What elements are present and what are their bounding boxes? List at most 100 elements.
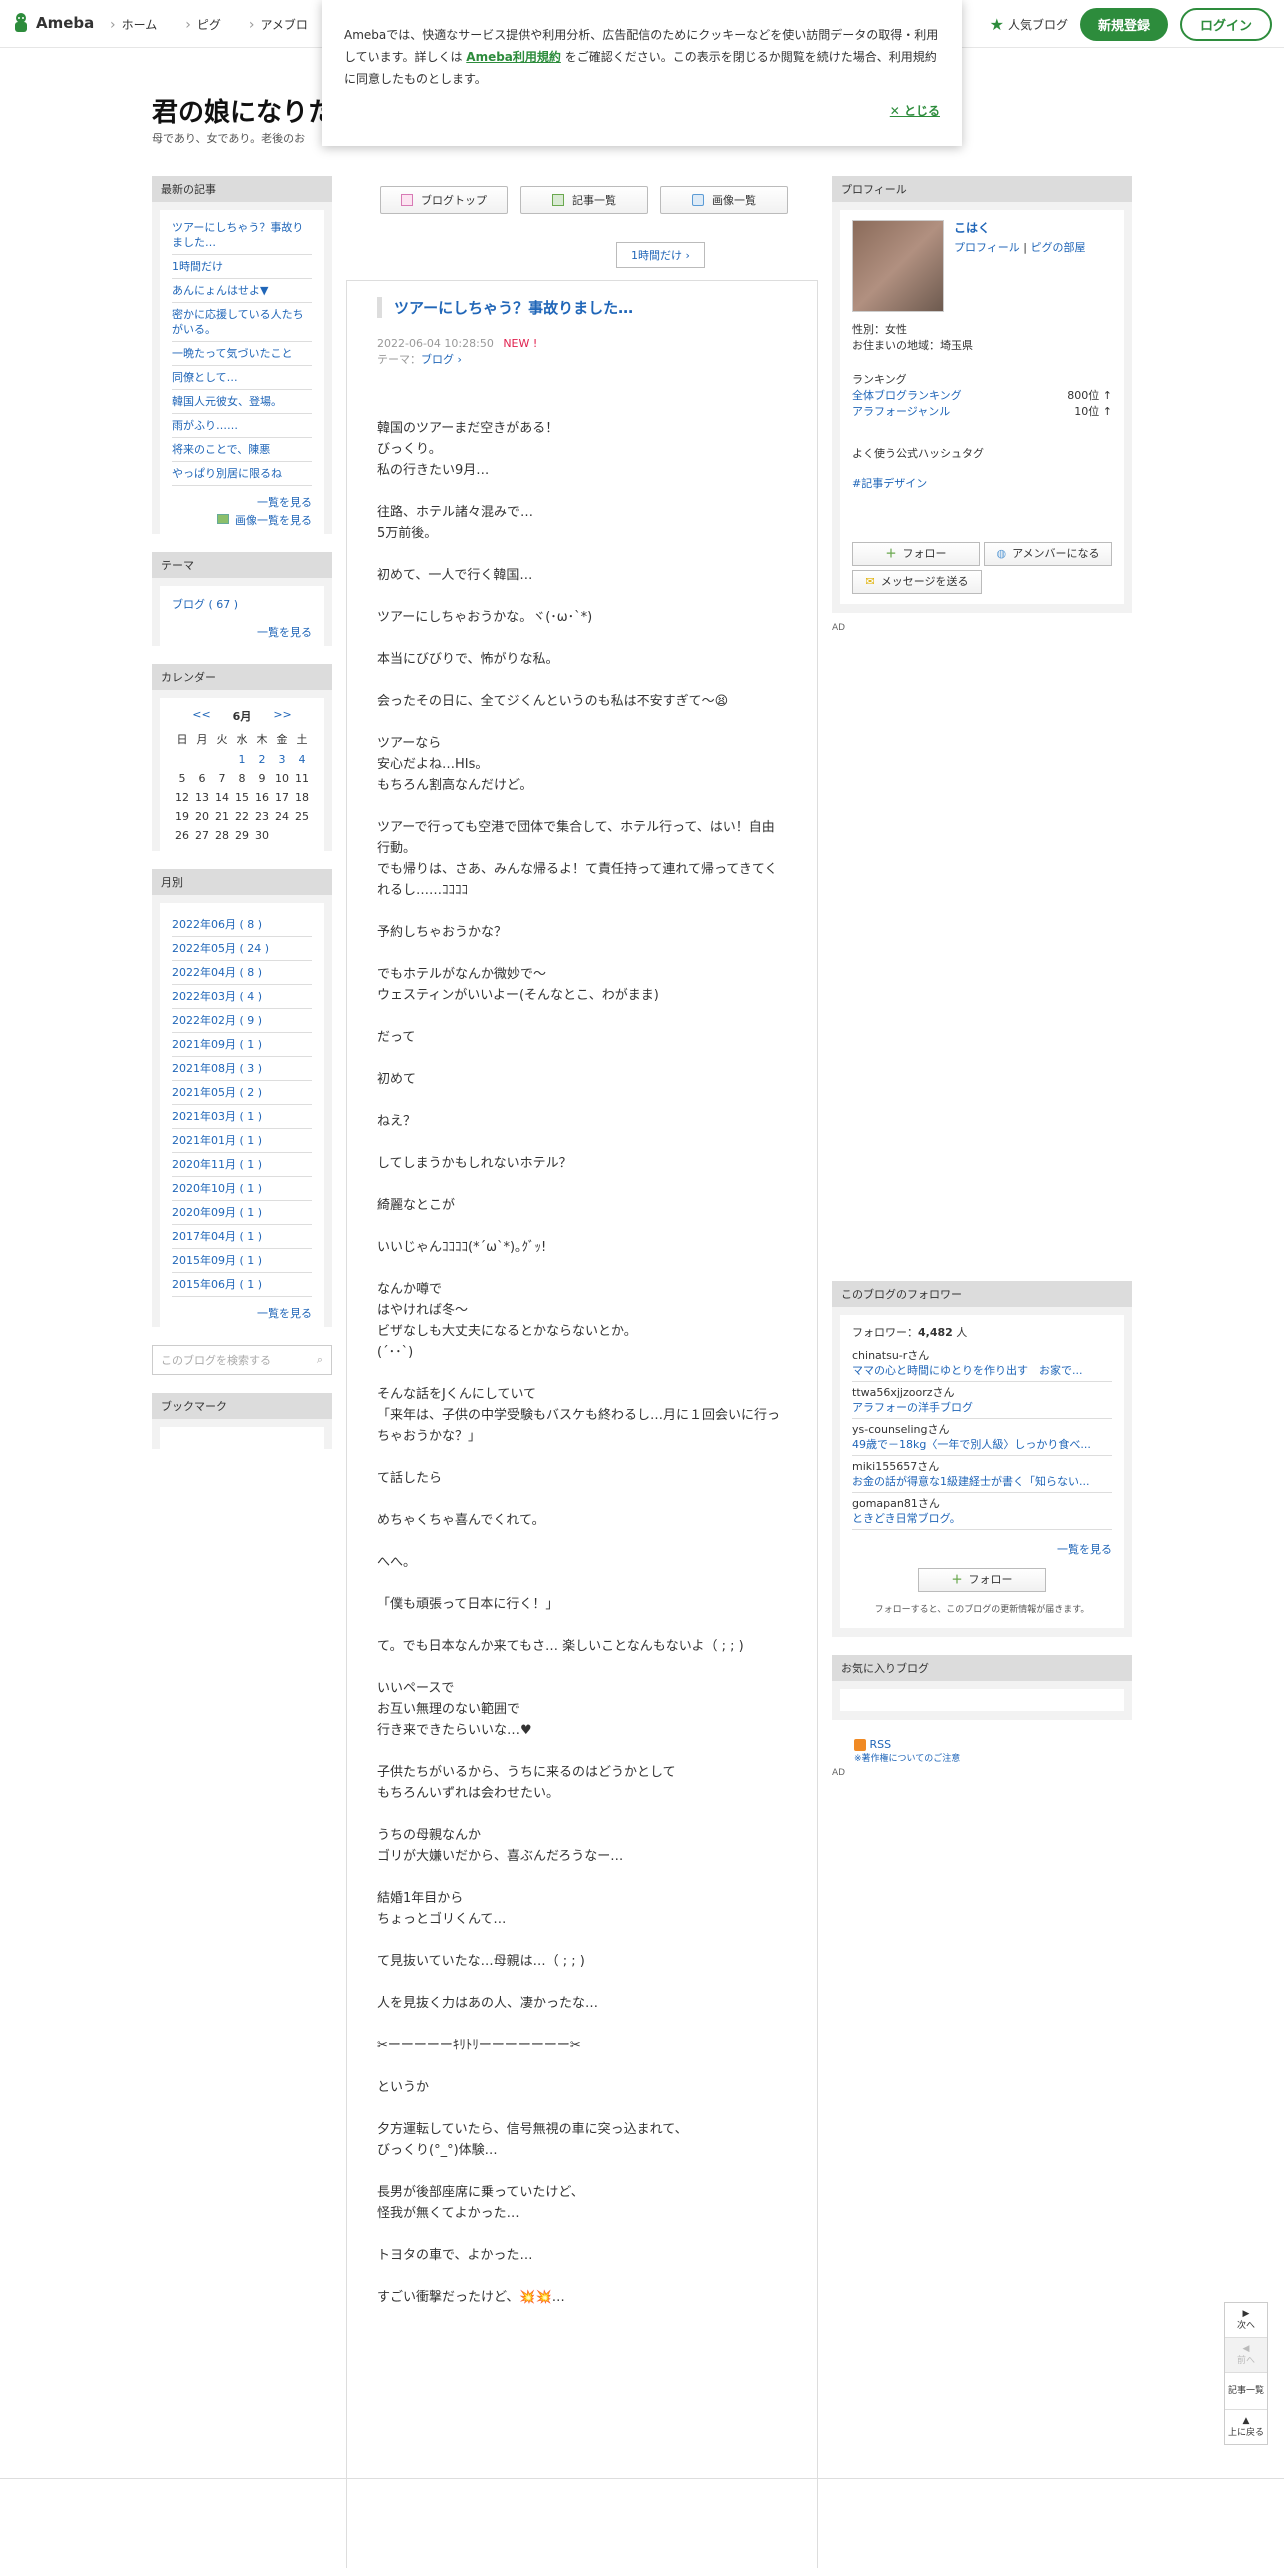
recent-link[interactable]: 雨がふり…… — [172, 419, 238, 432]
pigg-room-link[interactable]: ピグの部屋 — [1030, 241, 1085, 254]
list-item[interactable]: 2021年08月 ( 3 ) — [172, 1057, 312, 1081]
month-link[interactable]: 2021年03月 ( 1 ) — [172, 1110, 262, 1123]
nav-pigg[interactable]: ピグ — [171, 16, 235, 33]
hashtag-link[interactable]: #記事デザイン — [852, 477, 927, 490]
recent-images-link[interactable]: 画像一覧を見る — [235, 514, 312, 527]
monthly-more-link[interactable]: 一覧を見る — [257, 1307, 312, 1320]
month-link[interactable]: 2015年09月 ( 1 ) — [172, 1254, 262, 1267]
month-link[interactable]: 2022年02月 ( 9 ) — [172, 1014, 262, 1027]
month-link[interactable]: 2020年10月 ( 1 ) — [172, 1182, 262, 1195]
genre-ranking-link[interactable]: アラフォージャンル — [852, 404, 950, 420]
list-item[interactable]: あんにょんはせよ▼ — [172, 279, 312, 303]
list-item[interactable]: ツアーにしちゃう？事故りました… — [172, 216, 312, 255]
calendar-prev[interactable]: << — [192, 708, 210, 724]
nav-ameblo[interactable]: アメブロ — [235, 16, 322, 33]
recent-link[interactable]: 同僚として… — [172, 371, 238, 384]
calendar-day-link[interactable]: 4 — [299, 753, 306, 766]
list-item[interactable]: やっぱり別居に限るね — [172, 462, 312, 486]
list-item[interactable]: 1時間だけ — [172, 255, 312, 279]
recent-link[interactable]: 一晩たって気づいたこと — [172, 347, 292, 360]
list-item[interactable]: 2020年09月 ( 1 ) — [172, 1201, 312, 1225]
prev-button[interactable]: ◀ 前へ — [1225, 2338, 1267, 2373]
follower-blog-link[interactable]: ときどき日常ブログ。 — [852, 1512, 961, 1525]
list-item[interactable]: 雨がふり…… — [172, 414, 312, 438]
month-link[interactable]: 2022年06月 ( 8 ) — [172, 918, 262, 931]
month-link[interactable]: 2022年04月 ( 8 ) — [172, 966, 262, 979]
calendar-day-link[interactable]: 3 — [279, 753, 286, 766]
nav-home[interactable]: ホーム — [96, 16, 171, 33]
next-entry-link[interactable]: 1時間だけ › — [616, 242, 705, 268]
recent-link[interactable]: 1時間だけ — [172, 260, 223, 273]
list-item[interactable]: 2021年03月 ( 1 ) — [172, 1105, 312, 1129]
follower-blog-link[interactable]: 49歳で－18kg〈一年で別人級〉しっかり食べ... — [852, 1438, 1091, 1451]
theme-more-link[interactable]: 一覧を見る — [257, 626, 312, 639]
list-item[interactable]: 2021年01月 ( 1 ) — [172, 1129, 312, 1153]
month-link[interactable]: 2015年06月 ( 1 ) — [172, 1278, 262, 1291]
entry-list-button[interactable]: 記事一覧 — [1225, 2373, 1267, 2410]
list-item[interactable]: 2022年05月 ( 24 ) — [172, 937, 312, 961]
list-item[interactable]: 韓国人元彼女、登場。 — [172, 390, 312, 414]
follow-button-2[interactable]: ＋ フォロー — [918, 1568, 1046, 1592]
month-link[interactable]: 2017年04月 ( 1 ) — [172, 1230, 262, 1243]
login-button[interactable]: ログイン — [1179, 8, 1272, 41]
follower-blog-link[interactable]: お金の話が得意な1級建経士が書く「知らない... — [852, 1475, 1090, 1488]
month-link[interactable]: 2020年09月 ( 1 ) — [172, 1206, 262, 1219]
calendar-next[interactable]: >> — [273, 708, 291, 724]
follower-blog-link[interactable]: ママの心と時間にゆとりを作り出す お家で... — [852, 1364, 1083, 1377]
cookie-close-button[interactable]: ✕ とじる — [890, 100, 940, 122]
list-item[interactable]: 2022年04月 ( 8 ) — [172, 961, 312, 985]
entry-title[interactable]: ツアーにしちゃう？事故りました… — [377, 297, 787, 318]
calendar-day-link[interactable]: 1 — [239, 753, 246, 766]
entry-theme-link[interactable]: ブログ — [421, 353, 454, 366]
month-link[interactable]: 2022年03月 ( 4 ) — [172, 990, 262, 1003]
list-item[interactable]: 2022年02月 ( 9 ) — [172, 1009, 312, 1033]
amember-button[interactable]: ◍ アメンバーになる — [984, 542, 1112, 566]
ameba-logo[interactable]: Ameba — [12, 12, 94, 34]
recent-link[interactable]: 密かに応援している人たちがいる。 — [172, 308, 304, 336]
send-message-button[interactable]: ✉ メッセージを送る — [852, 570, 982, 594]
list-item[interactable]: miki155657さん お金の話が得意な1級建経士が書く「知らない... — [852, 1456, 1112, 1493]
recent-link[interactable]: あんにょんはせよ▼ — [172, 284, 268, 297]
list-item[interactable]: ttwa56xjjzoorzさん アラフォーの洋手ブログ — [852, 1382, 1112, 1419]
profile-link[interactable]: プロフィール — [954, 241, 1020, 254]
followers-more-link[interactable]: 一覧を見る — [1057, 1543, 1112, 1556]
register-button[interactable]: 新規登録 — [1079, 8, 1168, 41]
list-item[interactable]: ys-counselingさん 49歳で－18kg〈一年で別人級〉しっかり食べ..… — [852, 1419, 1112, 1456]
calendar-day-link[interactable]: 2 — [259, 753, 266, 766]
tab-blog-top[interactable]: ブログトップ — [380, 186, 508, 214]
list-item[interactable]: 将来のことで、陳悪 — [172, 438, 312, 462]
month-link[interactable]: 2021年08月 ( 3 ) — [172, 1062, 262, 1075]
theme-link[interactable]: ブログ ( 67 ) — [172, 598, 238, 611]
avatar[interactable] — [852, 220, 944, 312]
list-item[interactable]: 2017年04月 ( 1 ) — [172, 1225, 312, 1249]
list-item[interactable]: 2015年06月 ( 1 ) — [172, 1273, 312, 1297]
blog-search-input[interactable]: このブログを検索する ⌕ — [152, 1345, 332, 1375]
list-item[interactable]: 2020年10月 ( 1 ) — [172, 1177, 312, 1201]
terms-link[interactable]: Ameba利用規約 — [466, 50, 561, 64]
recent-link[interactable]: ツアーにしちゃう？事故りました… — [172, 221, 303, 249]
month-link[interactable]: 2021年01月 ( 1 ) — [172, 1134, 262, 1147]
blog-title[interactable]: 君の娘になりた — [152, 92, 334, 129]
list-item[interactable]: 同僚として… — [172, 366, 312, 390]
list-item[interactable]: 2022年03月 ( 4 ) — [172, 985, 312, 1009]
search-icon[interactable]: ⌕ — [317, 1353, 323, 1367]
list-item[interactable]: 2015年09月 ( 1 ) — [172, 1249, 312, 1273]
list-item[interactable]: gomapan81さん ときどき日常ブログ。 — [852, 1493, 1112, 1530]
next-button[interactable]: ▶ 次へ — [1225, 2303, 1267, 2338]
list-item[interactable]: 一晩たって気づいたこと — [172, 342, 312, 366]
list-item[interactable]: 密かに応援している人たちがいる。 — [172, 303, 312, 342]
list-item[interactable]: 2021年09月 ( 1 ) — [172, 1033, 312, 1057]
back-to-top-button[interactable]: ▲ 上に戻る — [1225, 2410, 1267, 2444]
recent-link[interactable]: 将来のことで、陳悪 — [172, 443, 270, 456]
month-link[interactable]: 2022年05月 ( 24 ) — [172, 942, 269, 955]
popular-blog-link[interactable]: ★ 人気ブログ — [990, 15, 1068, 34]
recent-link[interactable]: 韓国人元彼女、登場。 — [172, 395, 282, 408]
month-link[interactable]: 2021年05月 ( 2 ) — [172, 1086, 262, 1099]
copyright-note-link[interactable]: ※著作権についてのご注意 — [854, 1754, 960, 1764]
tab-entry-list[interactable]: 記事一覧 — [520, 186, 648, 214]
list-item[interactable]: chinatsu-rさん ママの心と時間にゆとりを作り出す お家で... — [852, 1345, 1112, 1382]
month-link[interactable]: 2021年09月 ( 1 ) — [172, 1038, 262, 1051]
list-item[interactable]: 2020年11月 ( 1 ) — [172, 1153, 312, 1177]
month-link[interactable]: 2020年11月 ( 1 ) — [172, 1158, 262, 1171]
follower-blog-link[interactable]: アラフォーの洋手ブログ — [852, 1401, 973, 1414]
